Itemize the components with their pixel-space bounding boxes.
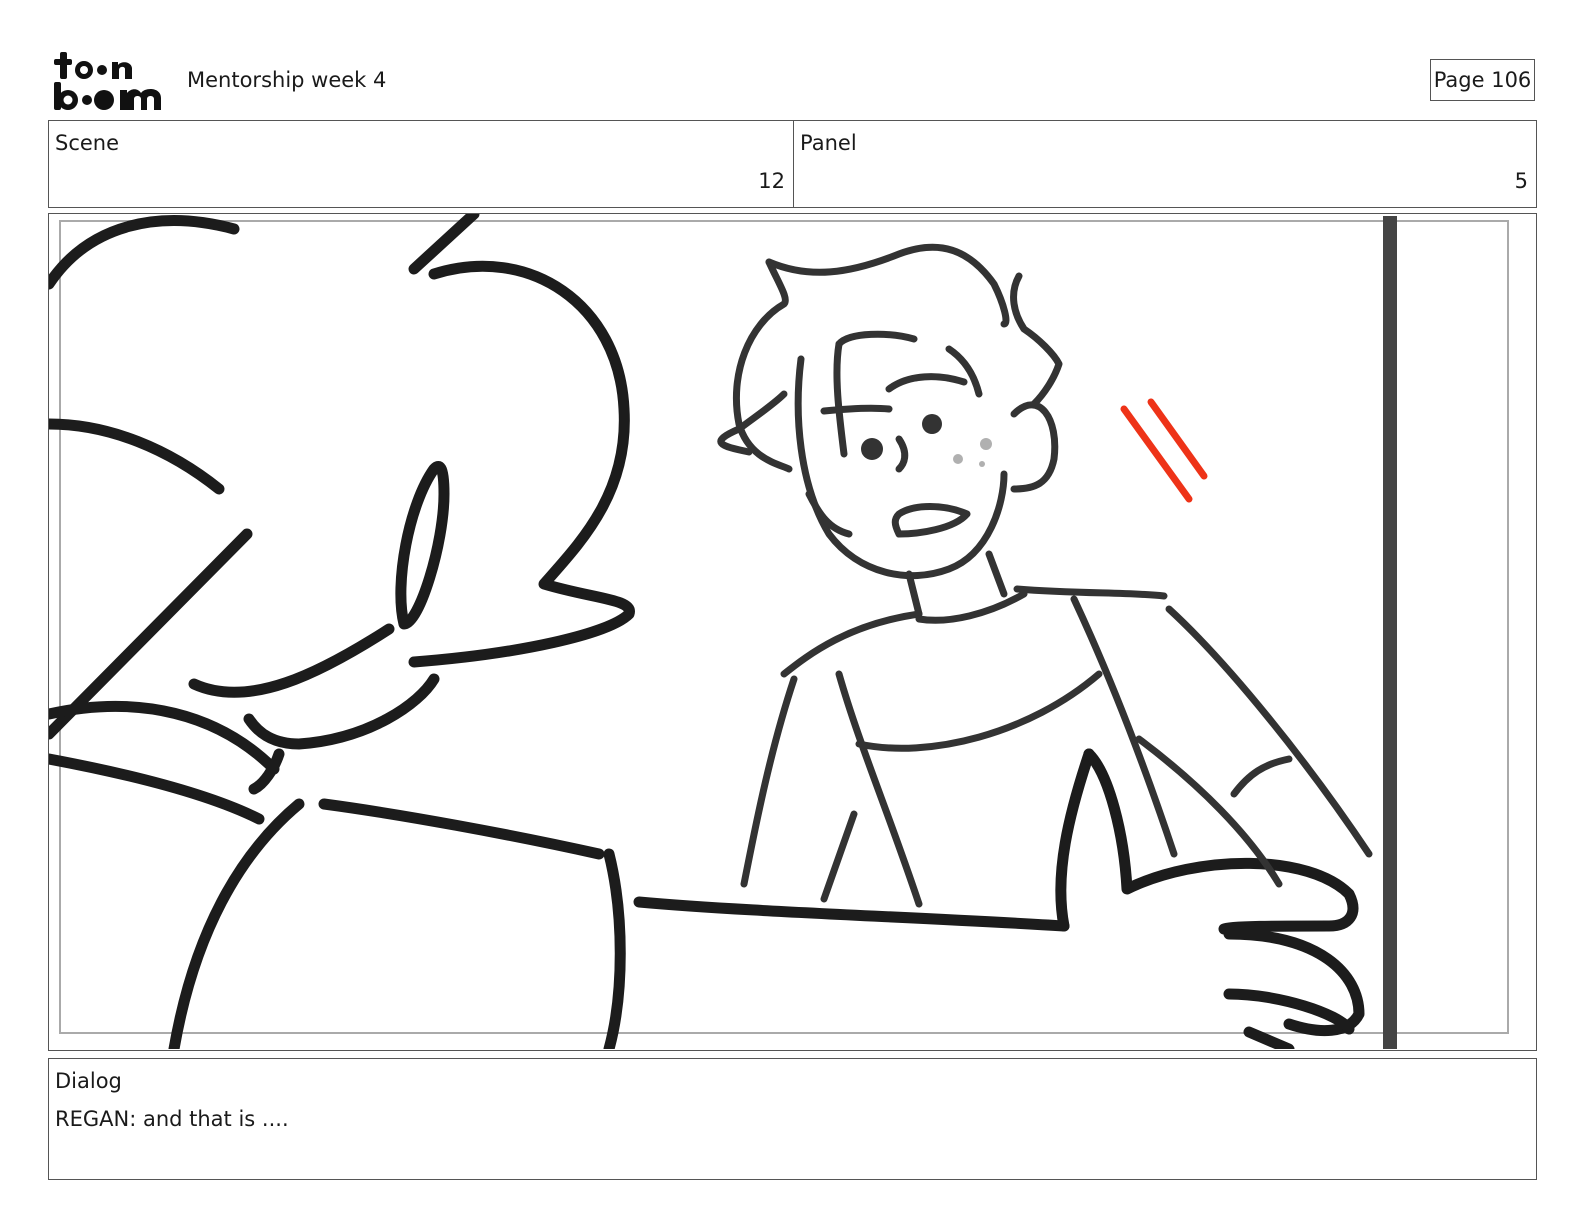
dialog-label: Dialog — [55, 1069, 122, 1093]
panel-number: 5 — [1514, 169, 1528, 193]
storyboard-frame — [48, 213, 1537, 1051]
dialog-text: REGAN: and that is .... — [55, 1107, 289, 1131]
scene-number: 12 — [758, 169, 785, 193]
panel-label: Panel — [800, 131, 857, 155]
scene-panel-row: Scene 12 Panel 5 — [48, 120, 1537, 208]
scene-label: Scene — [55, 131, 120, 155]
storyboard-sketch — [49, 214, 1509, 1049]
document-title: Mentorship week 4 — [187, 68, 387, 92]
scene-cell: Scene 12 — [49, 121, 794, 207]
dialog-box: Dialog REGAN: and that is .... — [48, 1058, 1537, 1180]
toonboom-logo — [54, 52, 161, 110]
page-number: Page 106 — [1430, 59, 1535, 101]
panel-cell: Panel 5 — [794, 121, 1536, 207]
